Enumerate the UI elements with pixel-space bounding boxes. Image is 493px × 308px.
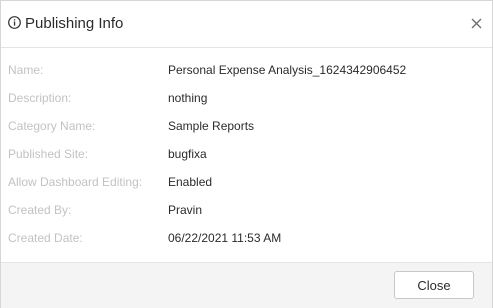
field-row-name: Name: Personal Expense Analysis_16243429…: [1, 61, 492, 79]
info-icon: [8, 16, 21, 29]
field-value: 06/22/2021 11:53 AM: [168, 231, 282, 245]
close-button[interactable]: Close: [394, 271, 474, 299]
field-label: Created Date:: [8, 231, 83, 245]
dialog-header: Publishing Info: [1, 1, 492, 48]
field-value: Personal Expense Analysis_1624342906452: [168, 63, 407, 77]
field-label: Allow Dashboard Editing:: [8, 175, 143, 189]
field-label: Description:: [8, 91, 72, 105]
field-value: Pravin: [168, 203, 203, 217]
dialog-footer: Close: [1, 262, 492, 308]
dialog-body: Name: Personal Expense Analysis_16243429…: [1, 48, 492, 262]
field-label: Created By:: [8, 203, 72, 217]
dialog-title: Publishing Info: [25, 15, 124, 32]
field-row-category-name: Category Name: Sample Reports: [1, 117, 492, 135]
field-value: bugfixa: [168, 147, 207, 161]
field-value: nothing: [168, 91, 208, 105]
field-row-published-site: Published Site: bugfixa: [1, 145, 492, 163]
field-row-created-by: Created By: Pravin: [1, 201, 492, 219]
field-row-created-date: Created Date: 06/22/2021 11:53 AM: [1, 229, 492, 247]
field-label: Name:: [8, 63, 44, 77]
field-label: Category Name:: [8, 119, 96, 133]
field-value: Sample Reports: [168, 119, 255, 133]
field-label: Published Site:: [8, 147, 89, 161]
close-icon[interactable]: [471, 18, 482, 29]
field-row-description: Description: nothing: [1, 89, 492, 107]
publishing-info-dialog: Publishing Info Name: Personal Expense A…: [0, 0, 493, 308]
field-row-allow-dashboard-editing: Allow Dashboard Editing: Enabled: [1, 173, 492, 191]
field-value: Enabled: [168, 175, 213, 189]
